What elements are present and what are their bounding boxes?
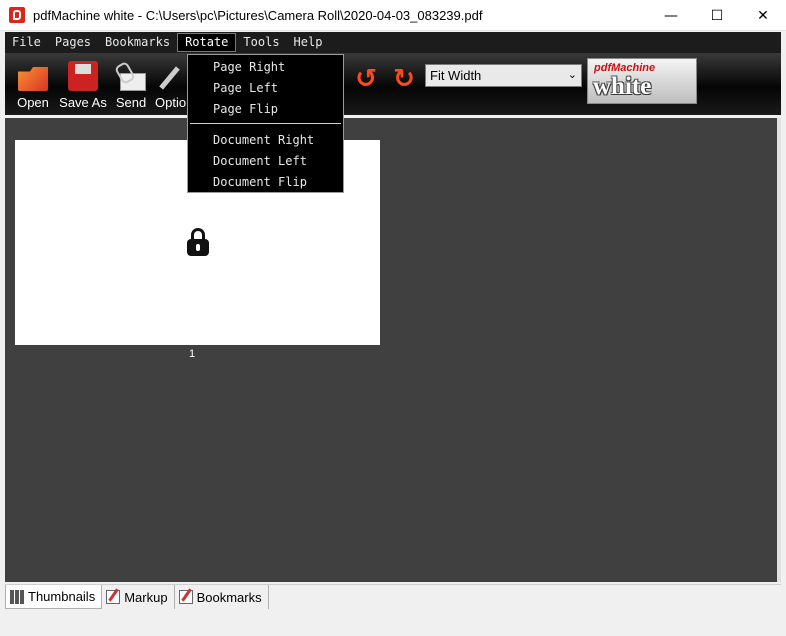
chevron-down-icon: ⌄	[567, 68, 577, 81]
lock-icon	[187, 228, 209, 258]
toolbar: Open Save As Send Options ↺ ↻ Fit Width …	[5, 53, 781, 115]
close-button[interactable]: ✕	[740, 0, 786, 31]
menu-bar: File Pages Bookmarks Rotate Tools Help	[5, 32, 781, 53]
send-button[interactable]: Send	[113, 53, 149, 113]
save-as-button[interactable]: Save As	[59, 53, 107, 113]
menu-pages[interactable]: Pages	[48, 33, 98, 52]
rotate-right-icon[interactable]: ↻	[390, 65, 418, 93]
panel-tabs: Thumbnails Markup Bookmarks	[5, 584, 781, 612]
rotate-dropdown-menu: Page Right Page Left Page Flip Document …	[187, 54, 344, 193]
menu-file[interactable]: File	[5, 33, 48, 52]
tab-bookmarks[interactable]: Bookmarks	[175, 585, 269, 609]
menu-separator	[190, 123, 341, 124]
rotate-left-icon[interactable]: ↺	[352, 65, 380, 93]
tab-thumbnails-label: Thumbnails	[28, 589, 96, 604]
minimize-button[interactable]: —	[648, 0, 694, 31]
logo-text-bottom: white	[593, 73, 652, 100]
menu-tools[interactable]: Tools	[236, 33, 286, 52]
tab-markup-label: Markup	[124, 589, 168, 605]
rotate-page-right-item[interactable]: Page Right	[213, 57, 285, 77]
pdfmachine-white-logo: pdfMachine white	[587, 58, 697, 104]
vertical-scrollbar[interactable]	[777, 118, 781, 582]
pdfmachine-app-icon[interactable]	[9, 7, 25, 23]
markup-pen-icon	[106, 590, 121, 604]
open-folder-icon	[18, 67, 48, 91]
window-controls: — ☐ ✕	[648, 0, 786, 31]
rotate-document-flip-item[interactable]: Document Flip	[213, 172, 307, 192]
wrench-icon	[155, 61, 185, 91]
bookmarks-pen-icon	[178, 590, 193, 604]
thumbnail-viewer[interactable]: 1	[5, 118, 777, 582]
menu-rotate[interactable]: Rotate	[177, 33, 237, 52]
open-label: Open	[17, 95, 49, 110]
rotate-page-left-item[interactable]: Page Left	[213, 78, 278, 98]
tab-markup[interactable]: Markup	[102, 585, 175, 609]
floppy-disk-icon	[68, 61, 98, 91]
rotate-page-flip-item[interactable]: Page Flip	[213, 99, 278, 119]
thumbnails-icon	[10, 589, 24, 604]
menu-help[interactable]: Help	[287, 33, 330, 52]
tab-bookmarks-label: Bookmarks	[196, 589, 262, 605]
status-bar	[0, 612, 786, 636]
rotate-document-right-item[interactable]: Document Right	[213, 130, 314, 150]
maximize-button[interactable]: ☐	[694, 0, 740, 31]
save-as-label: Save As	[59, 95, 107, 110]
send-label: Send	[115, 95, 147, 110]
open-button[interactable]: Open	[15, 53, 51, 113]
paperclip-envelope-icon	[116, 61, 146, 91]
zoom-select[interactable]: Fit Width ⌄	[425, 64, 582, 87]
menu-bookmarks[interactable]: Bookmarks	[98, 33, 177, 52]
zoom-value: Fit Width	[430, 68, 482, 83]
tab-thumbnails[interactable]: Thumbnails	[5, 585, 103, 609]
window-title: pdfMachine white - C:\Users\pc\Pictures\…	[33, 7, 483, 23]
page-number-label: 1	[189, 348, 196, 360]
title-bar: pdfMachine white - C:\Users\pc\Pictures\…	[0, 0, 786, 31]
rotate-document-left-item[interactable]: Document Left	[213, 151, 307, 171]
